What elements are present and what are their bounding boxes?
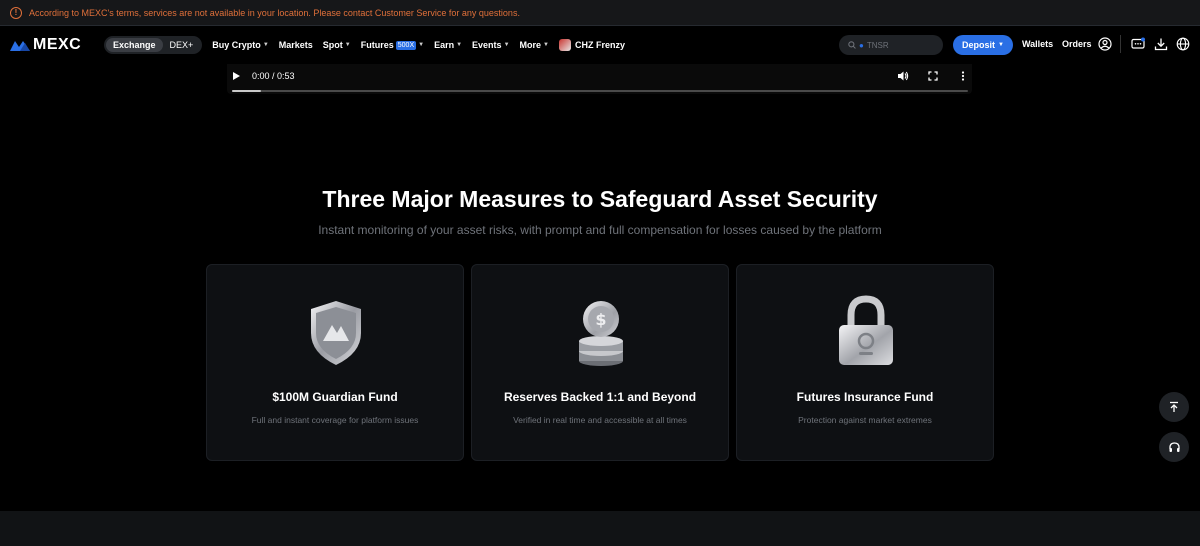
card-reserves: $ Reserves Backed 1:1 and Beyond Verifie… bbox=[471, 264, 729, 461]
caret-down-icon: ▼ bbox=[998, 42, 1004, 48]
video-progress-fill bbox=[232, 90, 262, 92]
caret-down-icon: ▼ bbox=[418, 42, 425, 48]
brand-name: MEXC bbox=[33, 36, 82, 53]
card-description: Protection against market extremes bbox=[798, 415, 932, 425]
user-icon[interactable] bbox=[1098, 37, 1112, 51]
card-title: $100M Guardian Fund bbox=[272, 390, 398, 404]
nav-buy-crypto-label: Buy Crypto bbox=[212, 40, 261, 50]
card-description: Full and instant coverage for platform i… bbox=[251, 415, 419, 425]
card-title: Futures Insurance Fund bbox=[796, 390, 934, 404]
card-description: Verified in real time and accessible at … bbox=[513, 415, 687, 425]
card-guardian-fund: $100M Guardian Fund Full and instant cov… bbox=[206, 264, 464, 461]
main-nav: Buy Crypto ▼ Markets Spot ▼ Futures 500X ▼ E… bbox=[212, 39, 635, 51]
play-icon[interactable] bbox=[233, 72, 240, 80]
mexc-logo-icon bbox=[10, 41, 30, 51]
chat-icon[interactable] bbox=[1131, 37, 1145, 51]
nav-earn-label: Earn bbox=[434, 40, 455, 50]
caret-down-icon: ▼ bbox=[456, 42, 463, 48]
top-header: MEXC Exchange DEX+ Buy Crypto ▼ Markets S… bbox=[0, 26, 1200, 64]
card-insurance-fund: Futures Insurance Fund Protection agains… bbox=[736, 264, 994, 461]
nav-buy-crypto[interactable]: Buy Crypto ▼ bbox=[212, 40, 268, 50]
nav-spot-label: Spot bbox=[322, 40, 343, 50]
nav-events-label: Events bbox=[472, 40, 502, 50]
search-input[interactable]: ● TNSR bbox=[839, 35, 943, 55]
card-title: Reserves Backed 1:1 and Beyond bbox=[503, 390, 697, 404]
nav-chz-frenzy[interactable]: CHZ Frenzy bbox=[558, 39, 625, 51]
nav-earn[interactable]: Earn ▼ bbox=[434, 40, 462, 50]
padlock-icon bbox=[839, 295, 893, 365]
chz-promo-icon bbox=[558, 39, 571, 51]
nav-events[interactable]: Events ▼ bbox=[472, 40, 509, 50]
more-options-icon[interactable] bbox=[957, 70, 969, 82]
location-notice-bar: ! According to MEXC's terms, services ar… bbox=[0, 0, 1200, 26]
nav-futures[interactable]: Futures 500X ▼ bbox=[361, 40, 424, 50]
tab-exchange[interactable]: Exchange bbox=[106, 38, 163, 52]
search-placeholder: TNSR bbox=[866, 40, 889, 50]
deposit-button[interactable]: Deposit ▼ bbox=[953, 35, 1013, 55]
back-to-top-button[interactable] bbox=[1159, 392, 1189, 422]
wallets-link[interactable]: Wallets bbox=[1022, 39, 1053, 49]
arrow-up-icon bbox=[1170, 401, 1178, 412]
caret-down-icon: ▼ bbox=[262, 42, 269, 48]
nav-spot[interactable]: Spot ▼ bbox=[323, 40, 351, 50]
token-drop-icon: ● bbox=[859, 40, 864, 50]
caret-down-icon: ▼ bbox=[344, 42, 351, 48]
nav-markets[interactable]: Markets bbox=[279, 40, 313, 50]
section-title: Three Major Measures to Safeguard Asset … bbox=[322, 186, 878, 212]
warning-icon: ! bbox=[10, 6, 22, 19]
exchange-dex-switch: Exchange DEX+ bbox=[104, 36, 203, 54]
footer-band bbox=[0, 511, 1200, 546]
nav-futures-label: Futures bbox=[360, 40, 394, 50]
search-icon bbox=[848, 41, 856, 49]
video-time: 0:00 / 0:53 bbox=[252, 71, 295, 81]
coins-icon: $ bbox=[579, 301, 623, 366]
headset-icon bbox=[1168, 441, 1180, 452]
video-player: 0:00 / 0:53 bbox=[227, 64, 972, 94]
caret-down-icon: ▼ bbox=[543, 42, 549, 48]
fullscreen-icon[interactable] bbox=[927, 70, 939, 82]
notice-text: According to MEXC's terms, services are … bbox=[29, 7, 520, 18]
svg-text:$: $ bbox=[595, 310, 606, 329]
video-progress-bar[interactable] bbox=[232, 90, 968, 92]
deposit-label: Deposit bbox=[962, 40, 996, 50]
nav-more[interactable]: More ▼ bbox=[520, 40, 549, 50]
volume-icon[interactable] bbox=[897, 70, 909, 82]
customer-support-button[interactable] bbox=[1159, 432, 1189, 462]
nav-chz-frenzy-label: CHZ Frenzy bbox=[574, 40, 625, 50]
tab-dex[interactable]: DEX+ bbox=[163, 38, 201, 52]
futures-leverage-badge: 500X bbox=[395, 40, 417, 50]
caret-down-icon: ▼ bbox=[503, 42, 510, 48]
nav-more-label: More bbox=[519, 40, 542, 50]
header-divider bbox=[1120, 35, 1121, 53]
shield-icon bbox=[311, 301, 361, 365]
globe-icon[interactable] bbox=[1176, 37, 1190, 51]
security-measures: $100M Guardian Fund Full and instant cov… bbox=[206, 264, 994, 461]
nav-markets-label: Markets bbox=[278, 40, 313, 50]
section-subtitle: Instant monitoring of your asset risks, … bbox=[318, 223, 882, 237]
orders-link[interactable]: Orders bbox=[1062, 39, 1092, 49]
download-icon[interactable] bbox=[1154, 37, 1168, 51]
mexc-logo[interactable]: MEXC bbox=[10, 36, 98, 54]
